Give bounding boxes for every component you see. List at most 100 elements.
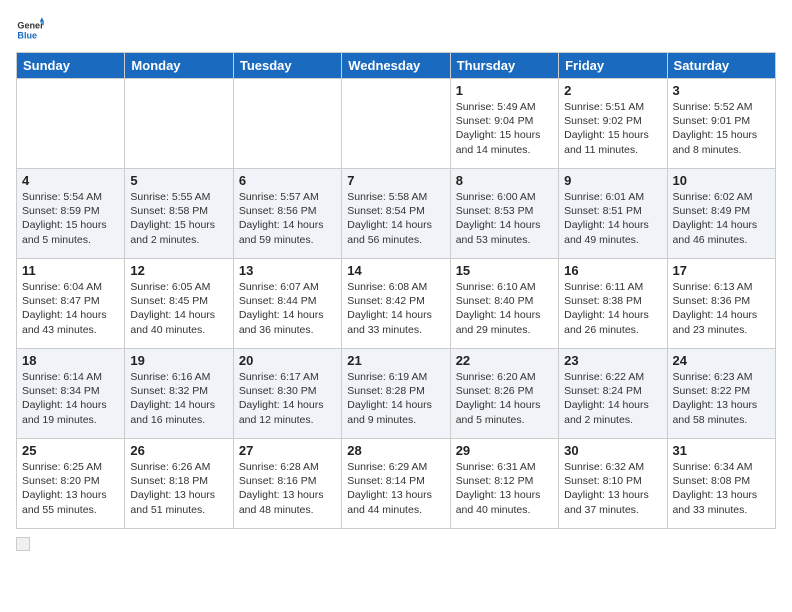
day-number: 5 — [130, 173, 227, 188]
day-info: Sunrise: 5:57 AMSunset: 8:56 PMDaylight:… — [239, 190, 336, 247]
day-cell: 13 Sunrise: 6:07 AMSunset: 8:44 PMDayligh… — [233, 259, 341, 349]
daylight-box-icon — [16, 537, 30, 551]
day-cell: 27 Sunrise: 6:28 AMSunset: 8:16 PMDayligh… — [233, 439, 341, 529]
svg-text:Blue: Blue — [17, 30, 37, 40]
day-cell: 22Sunrise: 6:20 AMSunset: 8:26 PMDayligh… — [450, 349, 558, 439]
day-info: Sunrise: 6:29 AMSunset: 8:14 PMDaylight:… — [347, 460, 444, 517]
day-info: Sunrise: 6:17 AMSunset: 8:30 PMDaylight:… — [239, 370, 336, 427]
day-cell: 29 Sunrise: 6:31 AMSunset: 8:12 PMDayligh… — [450, 439, 558, 529]
day-info: Sunrise: 5:52 AMSunset: 9:01 PMDaylight:… — [673, 100, 770, 157]
day-info: Sunrise: 6:19 AMSunset: 8:28 PMDaylight:… — [347, 370, 444, 427]
day-number: 28 — [347, 443, 444, 458]
weekday-header-sunday: Sunday — [17, 53, 125, 79]
day-number: 14 — [347, 263, 444, 278]
weekday-header-row: SundayMondayTuesdayWednesdayThursdayFrid… — [17, 53, 776, 79]
day-cell: 8 Sunrise: 6:00 AMSunset: 8:53 PMDaylight… — [450, 169, 558, 259]
day-number: 24 — [673, 353, 770, 368]
day-cell: 17 Sunrise: 6:13 AMSunset: 8:36 PMDayligh… — [667, 259, 775, 349]
day-info: Sunrise: 6:08 AMSunset: 8:42 PMDaylight:… — [347, 280, 444, 337]
day-cell: 24Sunrise: 6:23 AMSunset: 8:22 PMDayligh… — [667, 349, 775, 439]
day-cell: 14 Sunrise: 6:08 AMSunset: 8:42 PMDayligh… — [342, 259, 450, 349]
day-number: 20 — [239, 353, 336, 368]
day-cell: 18 Sunrise: 6:14 AMSunset: 8:34 PMDayligh… — [17, 349, 125, 439]
day-cell: 25Sunrise: 6:25 AMSunset: 8:20 PMDayligh… — [17, 439, 125, 529]
day-info: Sunrise: 6:00 AMSunset: 8:53 PMDaylight:… — [456, 190, 553, 247]
day-info: Sunrise: 6:16 AMSunset: 8:32 PMDaylight:… — [130, 370, 227, 427]
day-info: Sunrise: 6:02 AMSunset: 8:49 PMDaylight:… — [673, 190, 770, 247]
day-cell: 20 Sunrise: 6:17 AMSunset: 8:30 PMDayligh… — [233, 349, 341, 439]
day-number: 26 — [130, 443, 227, 458]
week-row-4: 18 Sunrise: 6:14 AMSunset: 8:34 PMDayligh… — [17, 349, 776, 439]
day-info: Sunrise: 6:22 AMSunset: 8:24 PMDaylight:… — [564, 370, 661, 427]
day-number: 17 — [673, 263, 770, 278]
day-number: 12 — [130, 263, 227, 278]
day-number: 8 — [456, 173, 553, 188]
day-number: 13 — [239, 263, 336, 278]
day-number: 3 — [673, 83, 770, 98]
day-info: Sunrise: 5:54 AMSunset: 8:59 PMDaylight:… — [22, 190, 119, 247]
weekday-header-friday: Friday — [559, 53, 667, 79]
day-info: Sunrise: 6:34 AMSunset: 8:08 PMDaylight:… — [673, 460, 770, 517]
day-info: Sunrise: 6:01 AMSunset: 8:51 PMDaylight:… — [564, 190, 661, 247]
day-number: 1 — [456, 83, 553, 98]
calendar-table: SundayMondayTuesdayWednesdayThursdayFrid… — [16, 52, 776, 529]
day-cell: 12 Sunrise: 6:05 AMSunset: 8:45 PMDayligh… — [125, 259, 233, 349]
day-number: 4 — [22, 173, 119, 188]
day-cell: 30 Sunrise: 6:32 AMSunset: 8:10 PMDayligh… — [559, 439, 667, 529]
week-row-3: 11 Sunrise: 6:04 AMSunset: 8:47 PMDayligh… — [17, 259, 776, 349]
day-cell: 21Sunrise: 6:19 AMSunset: 8:28 PMDayligh… — [342, 349, 450, 439]
day-cell: 3 Sunrise: 5:52 AMSunset: 9:01 PMDaylight… — [667, 79, 775, 169]
day-cell: 2Sunrise: 5:51 AMSunset: 9:02 PMDaylight… — [559, 79, 667, 169]
day-cell — [125, 79, 233, 169]
day-number: 6 — [239, 173, 336, 188]
day-info: Sunrise: 6:26 AMSunset: 8:18 PMDaylight:… — [130, 460, 227, 517]
day-number: 11 — [22, 263, 119, 278]
day-info: Sunrise: 6:13 AMSunset: 8:36 PMDaylight:… — [673, 280, 770, 337]
day-number: 31 — [673, 443, 770, 458]
day-number: 18 — [22, 353, 119, 368]
day-number: 19 — [130, 353, 227, 368]
day-number: 7 — [347, 173, 444, 188]
day-cell: 23 Sunrise: 6:22 AMSunset: 8:24 PMDayligh… — [559, 349, 667, 439]
day-info: Sunrise: 6:10 AMSunset: 8:40 PMDaylight:… — [456, 280, 553, 337]
day-cell — [17, 79, 125, 169]
day-info: Sunrise: 6:14 AMSunset: 8:34 PMDaylight:… — [22, 370, 119, 427]
weekday-header-thursday: Thursday — [450, 53, 558, 79]
day-info: Sunrise: 5:51 AMSunset: 9:02 PMDaylight:… — [564, 100, 661, 157]
day-number: 16 — [564, 263, 661, 278]
day-cell: 9 Sunrise: 6:01 AMSunset: 8:51 PMDaylight… — [559, 169, 667, 259]
day-number: 9 — [564, 173, 661, 188]
day-cell: 19 Sunrise: 6:16 AMSunset: 8:32 PMDayligh… — [125, 349, 233, 439]
logo-icon: General Blue — [16, 16, 44, 44]
day-info: Sunrise: 6:25 AMSunset: 8:20 PMDaylight:… — [22, 460, 119, 517]
calendar-footer — [16, 537, 776, 551]
day-number: 27 — [239, 443, 336, 458]
day-cell: 6 Sunrise: 5:57 AMSunset: 8:56 PMDaylight… — [233, 169, 341, 259]
day-number: 29 — [456, 443, 553, 458]
week-row-5: 25Sunrise: 6:25 AMSunset: 8:20 PMDayligh… — [17, 439, 776, 529]
page-header: General Blue — [16, 16, 776, 44]
week-row-2: 4 Sunrise: 5:54 AMSunset: 8:59 PMDaylight… — [17, 169, 776, 259]
day-info: Sunrise: 6:31 AMSunset: 8:12 PMDaylight:… — [456, 460, 553, 517]
week-row-1: 1 Sunrise: 5:49 AMSunset: 9:04 PMDaylight… — [17, 79, 776, 169]
day-cell: 1 Sunrise: 5:49 AMSunset: 9:04 PMDaylight… — [450, 79, 558, 169]
day-number: 10 — [673, 173, 770, 188]
day-info: Sunrise: 5:55 AMSunset: 8:58 PMDaylight:… — [130, 190, 227, 247]
day-cell: 10 Sunrise: 6:02 AMSunset: 8:49 PMDayligh… — [667, 169, 775, 259]
day-number: 23 — [564, 353, 661, 368]
day-info: Sunrise: 6:11 AMSunset: 8:38 PMDaylight:… — [564, 280, 661, 337]
day-info: Sunrise: 5:58 AMSunset: 8:54 PMDaylight:… — [347, 190, 444, 247]
day-info: Sunrise: 6:32 AMSunset: 8:10 PMDaylight:… — [564, 460, 661, 517]
day-info: Sunrise: 6:07 AMSunset: 8:44 PMDaylight:… — [239, 280, 336, 337]
day-info: Sunrise: 6:04 AMSunset: 8:47 PMDaylight:… — [22, 280, 119, 337]
weekday-header-wednesday: Wednesday — [342, 53, 450, 79]
day-cell: 26 Sunrise: 6:26 AMSunset: 8:18 PMDayligh… — [125, 439, 233, 529]
day-info: Sunrise: 6:05 AMSunset: 8:45 PMDaylight:… — [130, 280, 227, 337]
logo: General Blue — [16, 16, 44, 44]
day-cell — [342, 79, 450, 169]
day-info: Sunrise: 6:28 AMSunset: 8:16 PMDaylight:… — [239, 460, 336, 517]
day-cell: 31 Sunrise: 6:34 AMSunset: 8:08 PMDayligh… — [667, 439, 775, 529]
day-number: 30 — [564, 443, 661, 458]
day-info: Sunrise: 5:49 AMSunset: 9:04 PMDaylight:… — [456, 100, 553, 157]
day-number: 15 — [456, 263, 553, 278]
